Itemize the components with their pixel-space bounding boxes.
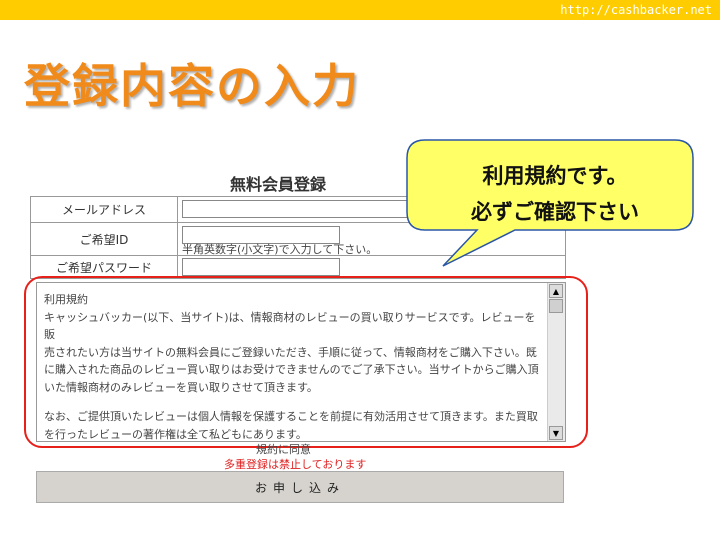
id-label: ご希望ID [31,223,178,255]
password-label: ご希望パスワード [31,256,178,278]
slide-title: 登録内容の入力 [24,59,360,113]
email-field[interactable] [182,200,422,218]
terms-highlight-outline [24,276,588,448]
form-title: 無料会員登録 [230,175,327,194]
callout-text: 利用規約です。 必ずご確認下さい [420,158,690,230]
callout-line2: 必ずご確認下さい [471,200,639,224]
agree-label[interactable]: 規約に同意 [256,441,311,457]
password-field[interactable] [182,258,340,276]
duplicate-warning: 多重登録は禁止しております [224,458,367,471]
top-bar: http://cashbacker.net [0,0,720,20]
callout-line1: 利用規約です。 [482,164,628,188]
submit-button[interactable]: お申し込み [36,471,564,503]
email-label: メールアドレス [31,197,178,222]
site-url: http://cashbacker.net [560,3,712,17]
